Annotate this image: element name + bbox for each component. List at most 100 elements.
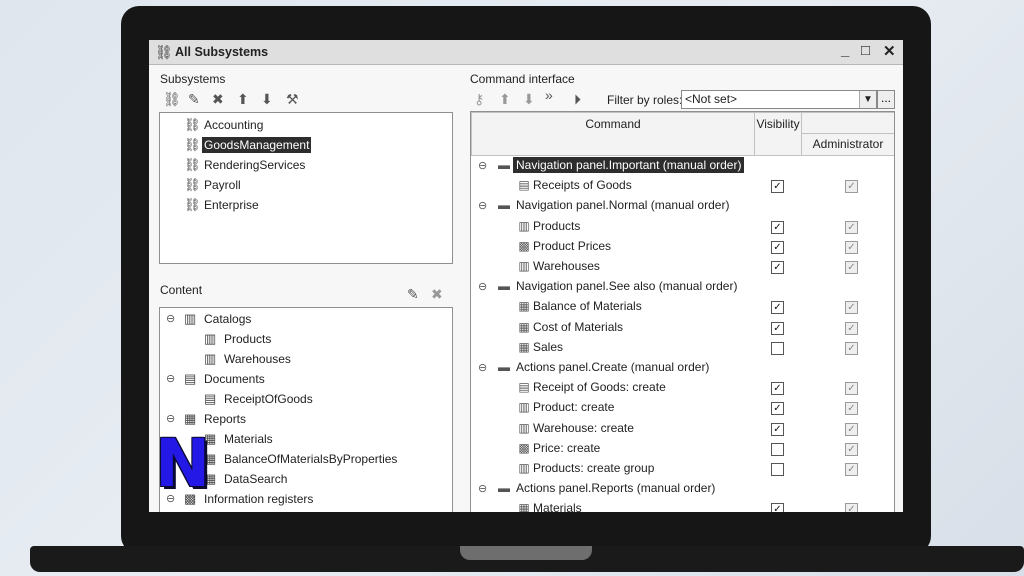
command-group[interactable]: ▬ Navigation panel.See also (manual order…: [495, 279, 740, 293]
visibility-checkbox[interactable]: ✓: [771, 180, 784, 194]
administrator-checkbox[interactable]: ✓: [845, 442, 858, 456]
subsystem-icon: ⛓: [184, 177, 201, 192]
visibility-checkbox[interactable]: ✓: [771, 261, 784, 274]
move-down-icon[interactable]: ⬇: [261, 91, 273, 108]
minimize-button[interactable]: _: [841, 42, 849, 59]
administrator-checkbox[interactable]: ✓: [845, 240, 858, 254]
subsystem-item[interactable]: ⛓ Accounting: [184, 117, 265, 133]
command-group[interactable]: ▬ Actions panel.Create (manual order): [495, 360, 712, 374]
edit-icon[interactable]: ✎: [188, 91, 200, 108]
key-icon[interactable]: ⚷: [474, 91, 484, 108]
edit-content-icon[interactable]: ✎: [407, 286, 419, 303]
content-item[interactable]: ▥ Products: [204, 331, 273, 347]
collapse-icon[interactable]: ⊖: [166, 312, 175, 325]
collapse-icon[interactable]: ⊖: [166, 412, 175, 425]
command-label: Product: create: [533, 400, 615, 415]
roles-column-header: [801, 112, 894, 134]
content-item[interactable]: ▦ Materials: [204, 431, 275, 447]
visibility-checkbox[interactable]: [771, 341, 784, 355]
administrator-checkbox[interactable]: ✓: [845, 301, 858, 315]
chevron-down-icon[interactable]: ▼: [859, 91, 876, 108]
command-item[interactable]: ▦ Cost of Materials: [515, 320, 623, 334]
content-item[interactable]: ▤ ReceiptOfGoods: [204, 391, 315, 407]
collapse-icon[interactable]: ⊖: [478, 199, 487, 212]
filter-more-button[interactable]: ...: [877, 90, 895, 109]
command-item[interactable]: ▦ Balance of Materials: [515, 299, 641, 313]
command-group-label: Navigation panel.Important (manual order…: [513, 157, 745, 173]
visibility-checkbox[interactable]: ✓: [771, 301, 784, 315]
administrator-checkbox[interactable]: ✓: [845, 220, 858, 234]
command-item[interactable]: ▥ Warehouses: [515, 259, 600, 273]
content-item[interactable]: ▦ BalanceOfMaterialsByProperties: [204, 451, 399, 467]
remove-content-icon[interactable]: ✖: [431, 286, 443, 303]
add-subsystem-icon[interactable]: ⛓: [163, 91, 181, 108]
visibility-checkbox[interactable]: [771, 442, 784, 456]
administrator-checkbox[interactable]: ✓: [845, 463, 858, 476]
command-item[interactable]: ▩ Product Prices: [515, 239, 611, 253]
visibility-checkbox[interactable]: ✓: [771, 402, 784, 416]
command-item[interactable]: ▥ Product: create: [515, 400, 614, 414]
administrator-checkbox[interactable]: ✓: [845, 382, 858, 396]
command-item[interactable]: ▥ Products: create group: [515, 461, 654, 475]
collapse-icon[interactable]: ⊖: [478, 159, 487, 172]
content-item[interactable]: ▦ DataSearch: [204, 471, 289, 487]
subsystem-item[interactable]: ⛓ RenderingServices: [184, 157, 307, 173]
subsystem-label: Enterprise: [204, 198, 259, 212]
content-group[interactable]: ▥ Catalogs: [184, 311, 253, 327]
command-column-header[interactable]: Command: [471, 112, 755, 156]
visibility-checkbox[interactable]: ✓: [771, 503, 784, 512]
command-item[interactable]: ▥ Warehouse: create: [515, 421, 634, 435]
collapse-icon[interactable]: ⊖: [478, 482, 487, 495]
document-icon: ▤: [184, 371, 197, 386]
command-label: Receipts of Goods: [533, 178, 632, 193]
administrator-checkbox[interactable]: ✓: [845, 321, 858, 335]
down-icon[interactable]: ⬇: [523, 91, 535, 108]
administrator-checkbox[interactable]: ✓: [845, 503, 858, 512]
move-up-icon[interactable]: ⬆: [237, 91, 249, 108]
administrator-checkbox[interactable]: ✓: [845, 341, 858, 355]
up-icon[interactable]: ⬆: [499, 91, 511, 108]
command-group[interactable]: ▬ Navigation panel.Important (manual orde…: [495, 157, 745, 173]
delete-icon[interactable]: ✖: [212, 91, 224, 108]
visibility-checkbox[interactable]: ✓: [771, 422, 784, 436]
command-item[interactable]: ▩ Price: create: [515, 441, 600, 455]
close-button[interactable]: ✕: [883, 42, 896, 60]
command-grid[interactable]: Command Visibility Administrator ⊖ ▬ Navig…: [470, 111, 895, 512]
subsystems-icon: ⛓: [155, 44, 173, 60]
subsystem-item[interactable]: ⛓ Enterprise: [184, 197, 261, 213]
content-item[interactable]: ▥ Warehouses: [204, 351, 293, 367]
visibility-checkbox[interactable]: ✓: [771, 321, 784, 335]
administrator-checkbox[interactable]: ✓: [845, 180, 858, 194]
role-filter-select[interactable]: <Not set> ▼: [681, 90, 877, 109]
collapse-icon[interactable]: ⊖: [166, 372, 175, 385]
command-item[interactable]: ▤ Receipts of Goods: [515, 178, 632, 193]
subsystems-tree[interactable]: ⛓ Accounting ⛓ GoodsManagement ⛓ RenderingSer…: [159, 112, 453, 264]
collapse-icon[interactable]: ⊖: [478, 361, 487, 374]
visibility-checkbox[interactable]: ✓: [771, 382, 784, 396]
administrator-checkbox[interactable]: ✓: [845, 422, 858, 436]
visibility-checkbox[interactable]: [771, 463, 784, 476]
command-group[interactable]: ▬ Navigation panel.Normal (manual order): [495, 198, 732, 212]
more-icon[interactable]: »: [545, 87, 553, 103]
administrator-checkbox[interactable]: ✓: [845, 402, 858, 416]
collapse-icon[interactable]: ⊖: [478, 280, 487, 293]
subsystem-icon: ⛓: [184, 137, 201, 152]
command-item[interactable]: ▦ Sales: [515, 340, 563, 354]
command-label: Warehouse: create: [533, 420, 634, 435]
command-group[interactable]: ▬ Actions panel.Reports (manual order): [495, 481, 718, 495]
subsystem-item[interactable]: ⛓ GoodsManagement: [184, 137, 312, 153]
run-icon[interactable]: ⏵: [574, 91, 581, 108]
administrator-column-header[interactable]: Administrator: [801, 133, 894, 156]
subsystem-label: Payroll: [204, 178, 241, 192]
subsystem-item[interactable]: ⛓ Payroll: [184, 177, 243, 193]
wrench-icon[interactable]: ⚒: [286, 91, 299, 108]
command-item[interactable]: ▤ Receipt of Goods: create: [515, 380, 665, 394]
visibility-column-header[interactable]: Visibility: [754, 112, 802, 156]
command-item[interactable]: ▥ Products: [515, 219, 580, 233]
maximize-button[interactable]: □: [861, 42, 870, 59]
administrator-checkbox[interactable]: ✓: [845, 261, 858, 274]
visibility-checkbox[interactable]: ✓: [771, 220, 784, 234]
command-item[interactable]: ▦ Materials: [515, 501, 581, 512]
content-group[interactable]: ▤ Documents: [184, 371, 267, 387]
visibility-checkbox[interactable]: ✓: [771, 240, 784, 254]
